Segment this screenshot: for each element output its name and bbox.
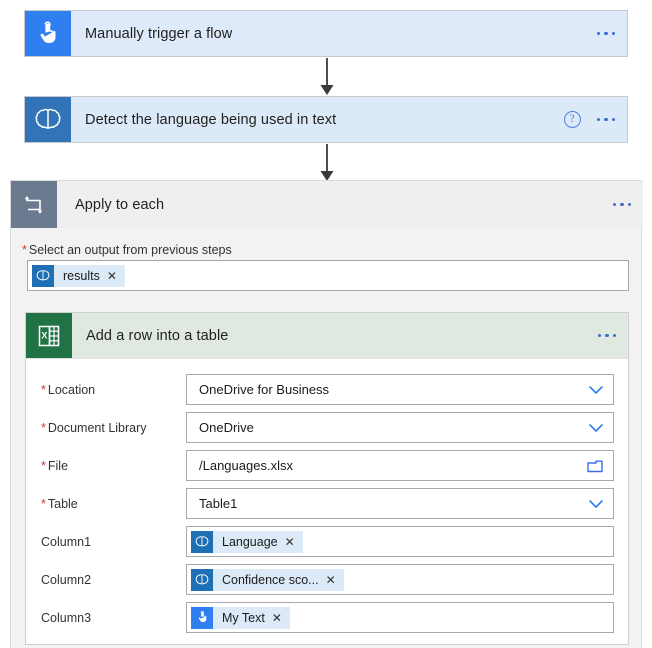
excel-action-actions: [596, 330, 619, 342]
help-icon[interactable]: ?: [563, 111, 581, 128]
cognitive-brain-icon: [191, 568, 213, 591]
label-document-library-text: Document Library: [47, 420, 147, 435]
detect-title: Detect the language being used in text: [85, 111, 337, 128]
form-row-column3: Column3 My Text ✕: [26, 599, 628, 636]
cognitive-brain-icon: [191, 530, 213, 553]
connector-arrow-1: [320, 58, 334, 95]
required-asterisk: *: [22, 243, 27, 257]
dropdown-location-value: OneDrive for Business: [199, 382, 330, 397]
excel-icon: X: [26, 313, 72, 358]
select-output-label-text: Select an output from previous steps: [28, 243, 232, 257]
form-row-location: * Location OneDrive for Business: [26, 371, 628, 408]
token-label: Confidence sco...: [222, 572, 319, 587]
chevron-down-icon[interactable]: [589, 499, 603, 508]
dropdown-table-value: Table1: [199, 496, 238, 511]
connector-arrow-2: [320, 144, 334, 181]
excel-action-header[interactable]: X Add a row into a table: [26, 313, 628, 359]
flow-designer-canvas: Manually trigger a flow Detect the langu…: [0, 0, 652, 648]
dropdown-document-library-value: OneDrive: [199, 420, 254, 435]
token-confidence-score[interactable]: Confidence sco... ✕: [191, 568, 344, 591]
input-column3[interactable]: My Text ✕: [186, 602, 614, 633]
input-file-value: /Languages.xlsx: [199, 458, 293, 473]
excel-more-menu-icon[interactable]: [596, 330, 619, 342]
label-location-text: Location: [47, 382, 96, 397]
trigger-more-menu-icon[interactable]: [595, 28, 618, 40]
touch-trigger-icon: [25, 11, 71, 56]
touch-trigger-icon: [191, 606, 213, 629]
required-asterisk: *: [41, 458, 46, 473]
chevron-down-icon[interactable]: [589, 385, 603, 394]
flow-step-manual-trigger[interactable]: Manually trigger a flow: [24, 10, 628, 57]
cognitive-brain-icon: [25, 97, 71, 142]
detect-actions: ?: [563, 111, 618, 128]
label-table: * Table: [41, 497, 186, 511]
flow-step-add-row-into-table: X Add a row into a table * Location OneDr…: [25, 312, 629, 645]
loop-repeat-icon: [11, 181, 57, 228]
trigger-actions: [595, 28, 618, 40]
token-remove-icon[interactable]: ✕: [272, 611, 290, 625]
apply-to-each-header[interactable]: Apply to each: [11, 181, 643, 228]
chevron-down-icon[interactable]: [589, 423, 603, 432]
required-asterisk: *: [41, 496, 46, 511]
trigger-card-body: Manually trigger a flow: [71, 11, 627, 56]
dropdown-location[interactable]: OneDrive for Business: [186, 374, 614, 405]
token-results[interactable]: results ✕: [32, 264, 125, 287]
trigger-title: Manually trigger a flow: [85, 25, 233, 42]
form-row-document-library: * Document Library OneDrive: [26, 409, 628, 446]
svg-text:X: X: [41, 330, 47, 340]
token-remove-icon[interactable]: ✕: [285, 535, 303, 549]
apply-to-each-title: Apply to each: [75, 196, 165, 213]
token-label: results: [63, 268, 100, 283]
label-file: * File: [41, 459, 186, 473]
label-location: * Location: [41, 383, 186, 397]
folder-icon[interactable]: [587, 459, 603, 473]
label-column3: Column3: [41, 610, 92, 625]
token-my-text[interactable]: My Text ✕: [191, 606, 290, 629]
token-label: Language: [222, 534, 278, 549]
required-asterisk: *: [41, 382, 46, 397]
dropdown-document-library[interactable]: OneDrive: [186, 412, 614, 443]
token-remove-icon[interactable]: ✕: [107, 269, 125, 283]
form-row-column2: Column2 Confidence sco... ✕: [26, 561, 628, 598]
label-file-text: File: [47, 458, 69, 473]
excel-action-form: * Location OneDrive for Business * Documen…: [26, 359, 628, 636]
apply-to-each-more-menu-icon[interactable]: [611, 199, 634, 211]
excel-action-title: Add a row into a table: [86, 327, 229, 344]
apply-to-each-body: Apply to each: [57, 181, 643, 228]
required-asterisk: *: [41, 420, 46, 435]
select-output-label: * Select an output from previous steps: [22, 243, 232, 257]
input-column1[interactable]: Language ✕: [186, 526, 614, 557]
label-column2: Column2: [41, 572, 92, 587]
form-row-file: * File /Languages.xlsx: [26, 447, 628, 484]
flow-step-detect-language[interactable]: Detect the language being used in text ?: [24, 96, 628, 143]
token-language[interactable]: Language ✕: [191, 530, 303, 553]
label-column1: Column1: [41, 534, 92, 549]
apply-to-each-actions: [611, 199, 634, 211]
form-row-table: * Table Table1: [26, 485, 628, 522]
input-file[interactable]: /Languages.xlsx: [186, 450, 614, 481]
dropdown-table[interactable]: Table1: [186, 488, 614, 519]
detect-card-body: Detect the language being used in text ?: [71, 97, 627, 142]
token-remove-icon[interactable]: ✕: [326, 573, 344, 587]
detect-more-menu-icon[interactable]: [595, 114, 618, 126]
cognitive-brain-icon: [32, 264, 54, 287]
input-column2[interactable]: Confidence sco... ✕: [186, 564, 614, 595]
select-output-input[interactable]: results ✕: [27, 260, 629, 291]
form-row-column1: Column1 Language ✕: [26, 523, 628, 560]
label-document-library: * Document Library: [41, 421, 186, 435]
token-label: My Text: [222, 610, 265, 625]
excel-action-body: Add a row into a table: [72, 313, 628, 358]
label-table-text: Table: [47, 496, 78, 511]
